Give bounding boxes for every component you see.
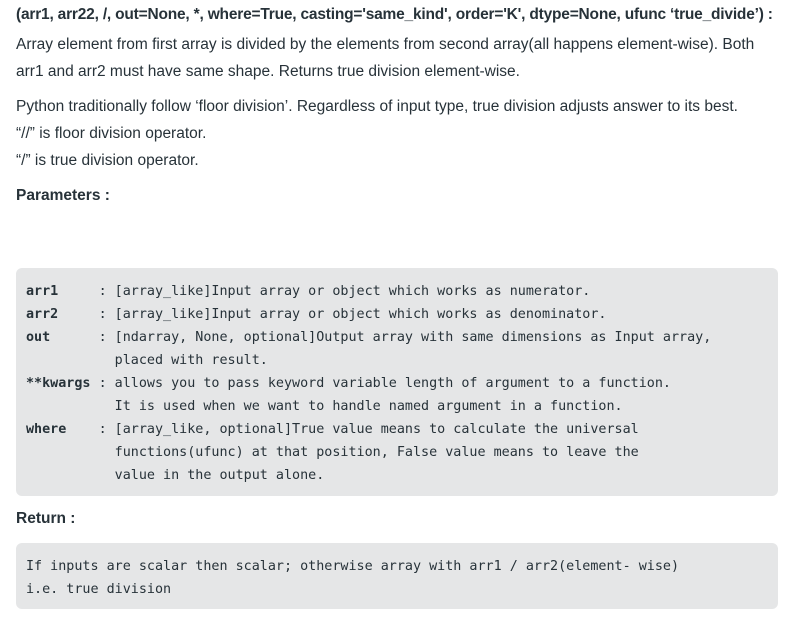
param-description: value in the output alone.: [98, 468, 325, 483]
return-code-block: If inputs are scalar then scalar; otherw…: [16, 543, 778, 609]
param-description: : [ndarray, None, optional]Output array …: [98, 330, 712, 345]
code-line: It is used when we want to handle named …: [26, 395, 778, 418]
code-line: where : [array_like, optional]True value…: [26, 418, 778, 441]
notes-line-3: “/” is true division operator.: [16, 152, 199, 169]
param-description: : [array_like]Input array or object whic…: [98, 307, 607, 322]
function-signature: (arr1, arr22, /, out=None, *, where=True…: [16, 6, 773, 23]
description-paragraph: Array element from first array is divide…: [16, 36, 755, 80]
param-description: functions(ufunc) at that position, False…: [98, 445, 639, 460]
param-name: where: [26, 422, 99, 437]
code-line: arr1 : [array_like]Input array or object…: [26, 280, 778, 303]
code-line: functions(ufunc) at that position, False…: [26, 441, 778, 464]
param-name: [26, 468, 99, 483]
parameters-heading: Parameters :: [16, 187, 110, 204]
param-name: arr2: [26, 307, 99, 322]
param-name: [26, 399, 99, 414]
code-line: placed with result.: [26, 349, 778, 372]
param-name: [26, 353, 99, 368]
notes-line-1: Python traditionally follow ‘floor divis…: [16, 98, 738, 115]
param-description: It is used when we want to handle named …: [98, 399, 623, 414]
code-line: **kwargs : allows you to pass keyword va…: [26, 372, 778, 395]
param-name: [26, 445, 99, 460]
notes-line-2: “//” is floor division operator.: [16, 125, 207, 142]
code-line: If inputs are scalar then scalar; otherw…: [26, 559, 680, 574]
return-heading: Return :: [16, 510, 76, 527]
param-name: out: [26, 330, 99, 345]
param-description: : [array_like]Input array or object whic…: [98, 284, 591, 299]
parameters-code-block: arr1 : [array_like]Input array or object…: [16, 268, 778, 496]
param-description: : allows you to pass keyword variable le…: [98, 376, 671, 391]
param-name: **kwargs: [26, 376, 99, 391]
code-line: out : [ndarray, None, optional]Output ar…: [26, 326, 778, 349]
code-line: arr2 : [array_like]Input array or object…: [26, 303, 778, 326]
code-line: value in the output alone.: [26, 464, 778, 487]
division-notes: Python traditionally follow ‘floor divis…: [16, 93, 786, 174]
param-name: arr1: [26, 284, 99, 299]
code-line: i.e. true division: [26, 582, 172, 597]
param-description: : [array_like, optional]True value means…: [98, 422, 639, 437]
param-description: placed with result.: [98, 353, 268, 368]
